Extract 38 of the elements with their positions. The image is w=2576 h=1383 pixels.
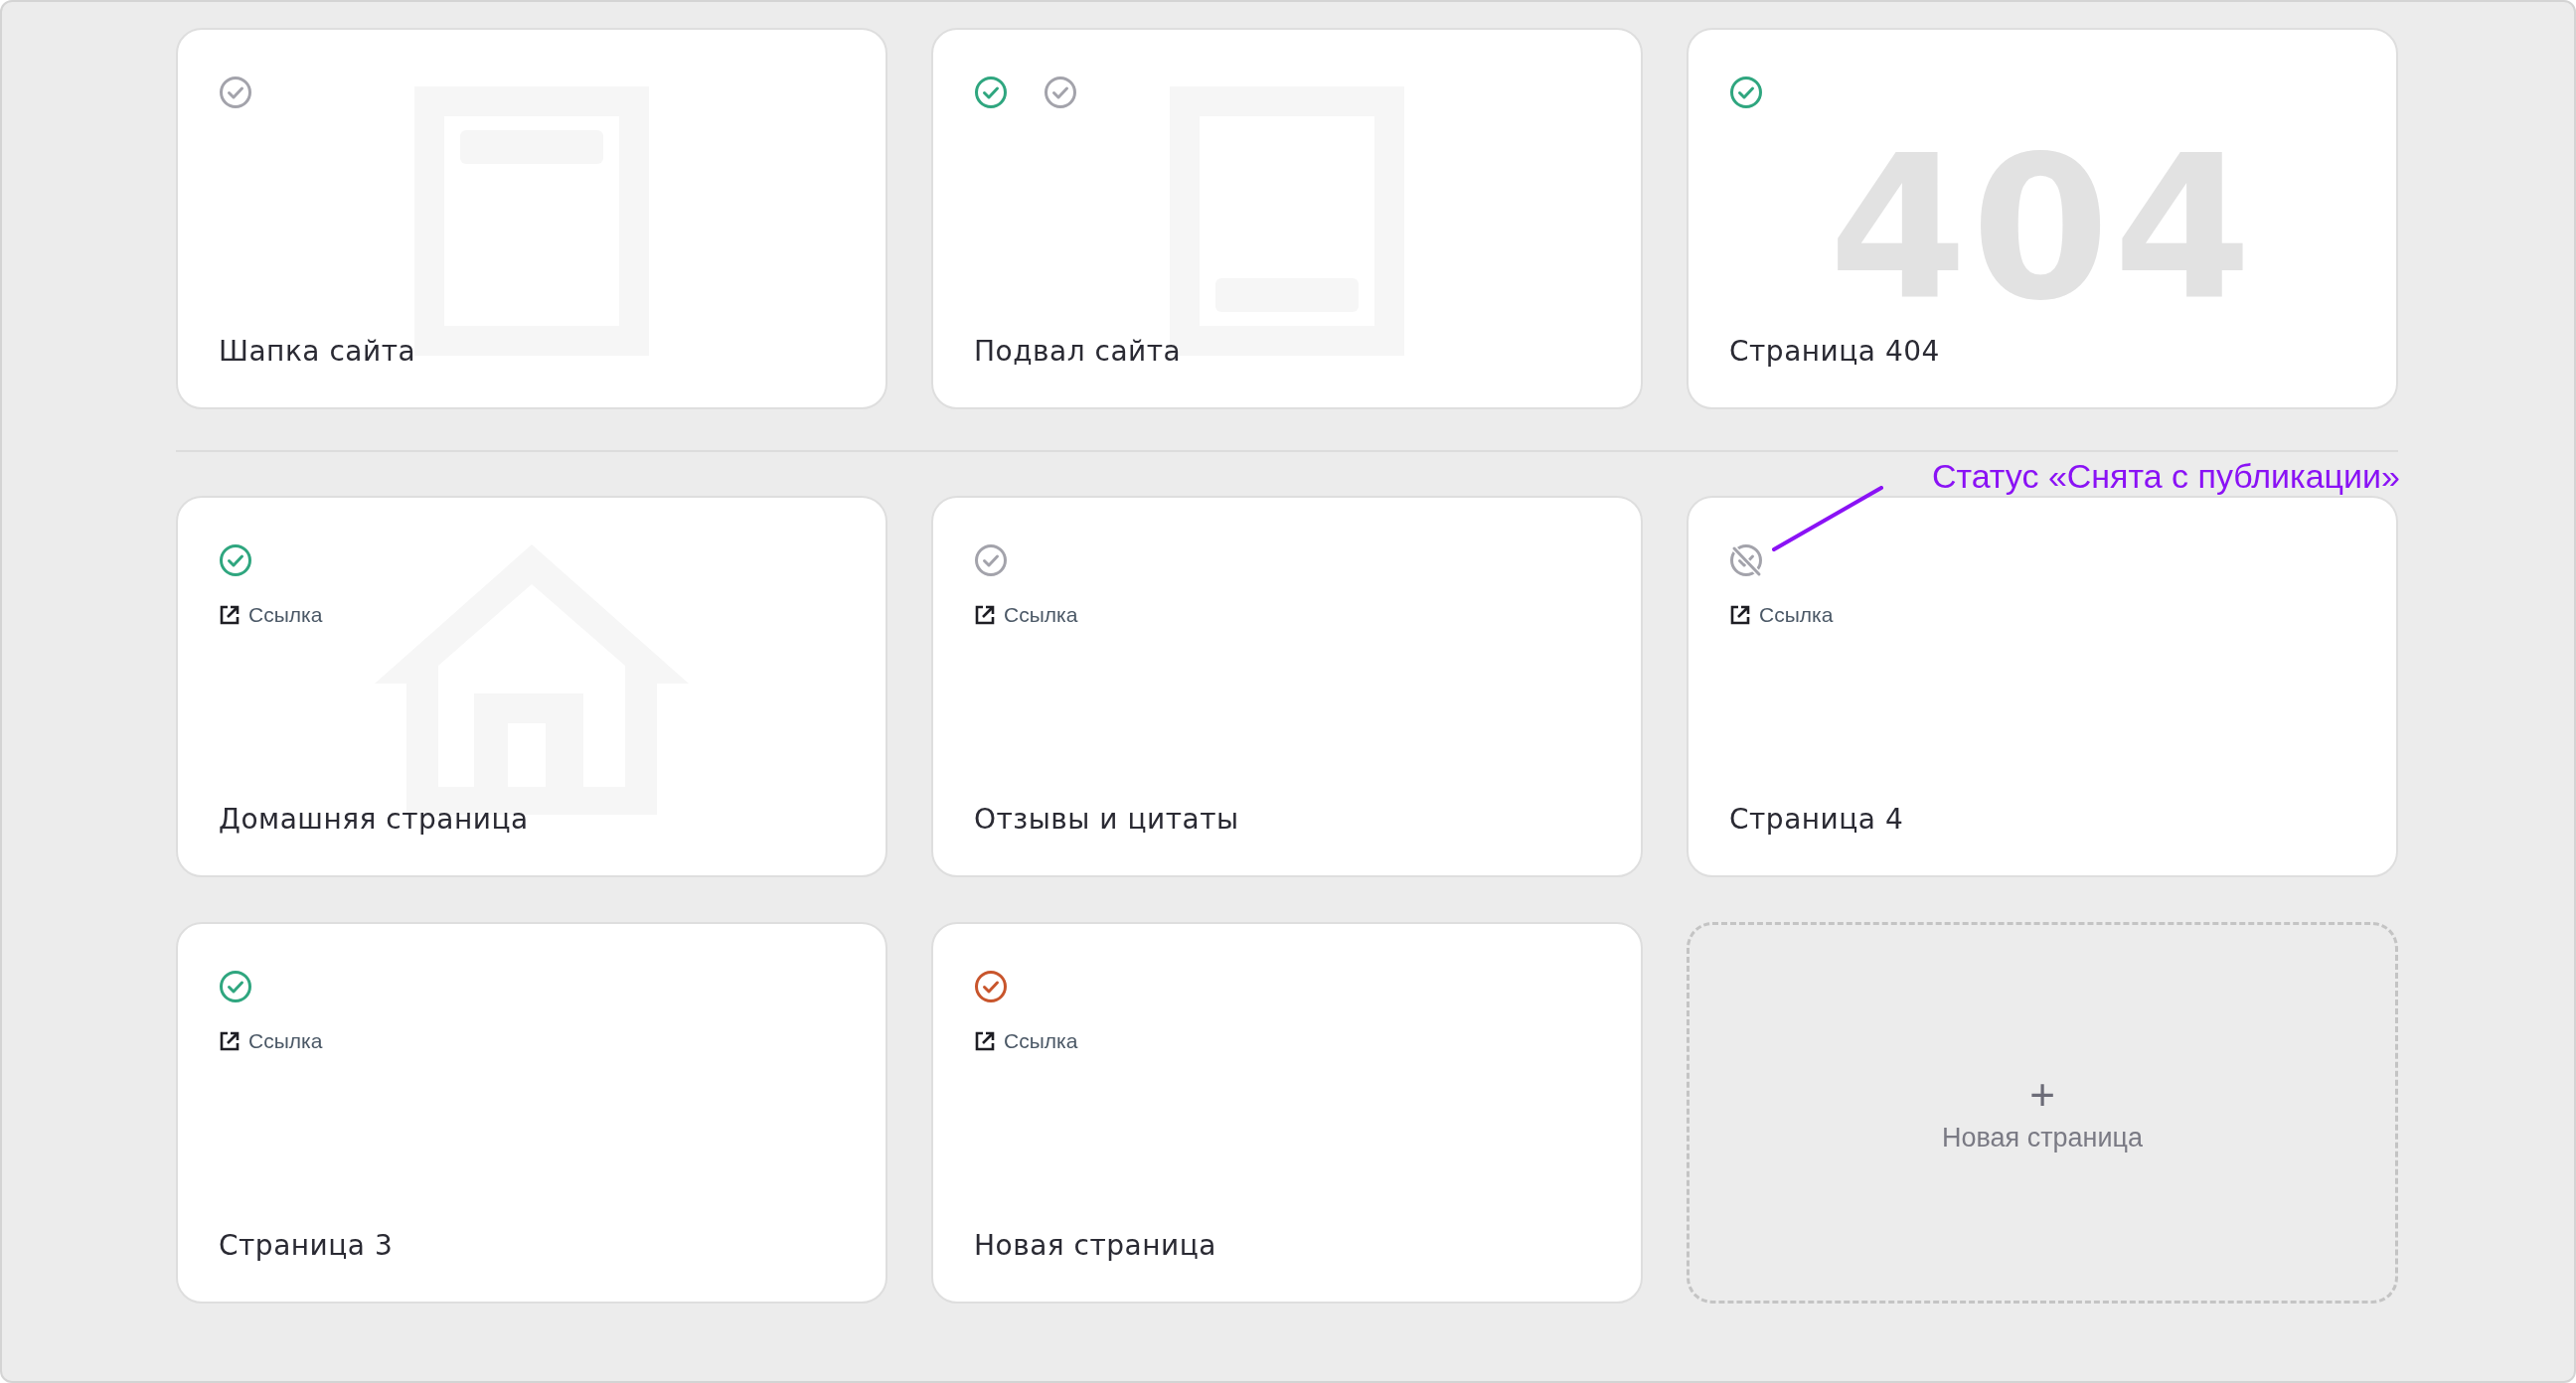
new-page-label: Новая страница [1941, 1122, 2144, 1153]
check-circle-icon [219, 76, 252, 109]
check-circle-icon [974, 970, 1008, 1003]
check-circle-icon [219, 970, 252, 1003]
annotation-label: Статус «Снята с публикации» [1931, 459, 2400, 493]
external-link[interactable]: Ссылка [219, 603, 323, 627]
page-title: Страница 3 [219, 1229, 394, 1262]
page-card[interactable]: Ссылка Страница 3 [176, 922, 887, 1304]
page-card[interactable]: Подвал сайта [931, 28, 1643, 409]
page-card[interactable]: Шапка сайта [176, 28, 887, 409]
external-link[interactable]: Ссылка [1729, 603, 1834, 627]
page-title: Подвал сайта [974, 335, 1182, 368]
page-title: Страница 404 [1729, 335, 1940, 368]
external-link-icon [974, 604, 996, 626]
check-circle-icon [219, 543, 252, 577]
plus-icon: + [2029, 1072, 2055, 1117]
page-title: Страница 4 [1729, 803, 1904, 836]
check-circle-icon [974, 543, 1008, 577]
external-link-icon [974, 1030, 996, 1052]
external-link-icon [219, 1030, 241, 1052]
external-link[interactable]: Ссылка [219, 1029, 323, 1053]
crossed-check-circle-icon [1729, 543, 1763, 577]
page-card[interactable]: Ссылка Домашняя страница [176, 496, 887, 877]
page-title: Шапка сайта [219, 335, 416, 368]
new-page-card[interactable]: + Новая страница [1687, 922, 2398, 1304]
page-card[interactable]: Ссылка Отзывы и цитаты [931, 496, 1643, 877]
external-link-icon [219, 604, 241, 626]
page-title: Отзывы и цитаты [974, 803, 1239, 836]
external-link[interactable]: Ссылка [974, 1029, 1078, 1053]
page-title: Домашняя страница [219, 803, 529, 836]
page-title: Новая страница [974, 1229, 1216, 1262]
check-circle-icon [1729, 76, 1763, 109]
page-card[interactable]: Ссылка Новая страница [931, 922, 1643, 1304]
external-link[interactable]: Ссылка [974, 603, 1078, 627]
page-card[interactable]: Ссылка Страница 4 [1687, 496, 2398, 877]
check-circle-icon [974, 76, 1008, 109]
external-link-icon [1729, 604, 1751, 626]
check-circle-icon [1044, 76, 1077, 109]
